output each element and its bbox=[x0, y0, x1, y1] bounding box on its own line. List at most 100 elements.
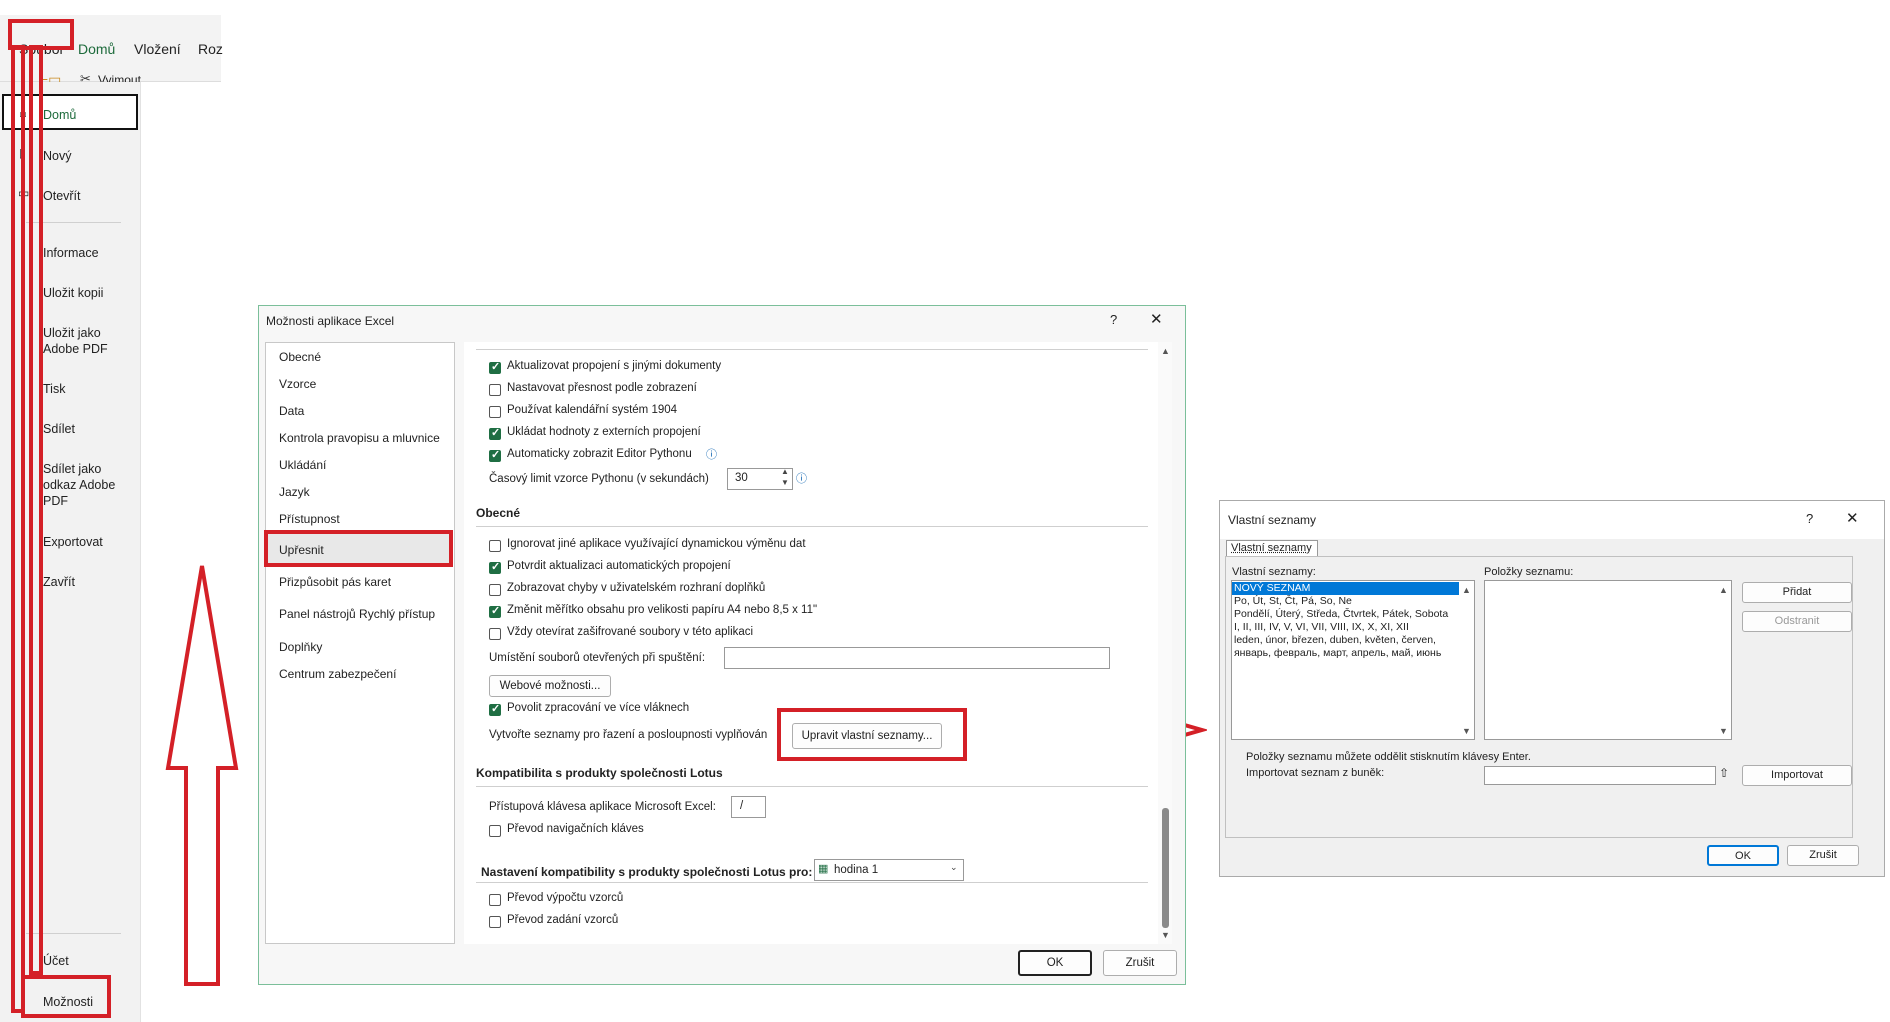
scroll-up-icon[interactable]: ▲ bbox=[1719, 585, 1728, 595]
divider bbox=[476, 882, 1148, 883]
checkbox-encrypted[interactable] bbox=[489, 628, 501, 640]
backstage-save-copy[interactable]: Uložit kopii bbox=[43, 285, 103, 301]
option-label: Ukládat hodnoty z externích propojení bbox=[507, 426, 701, 438]
list-item[interactable]: январь, февраль, март, апрель, май, июнь bbox=[1234, 647, 1458, 659]
category-item[interactable]: Ukládání bbox=[279, 458, 326, 472]
custom-lists-label: Vytvořte seznamy pro řazení a posloupnos… bbox=[489, 729, 768, 741]
option-label: Zobrazovat chyby v uživatelském rozhraní… bbox=[507, 582, 766, 594]
close-icon[interactable]: ✕ bbox=[1150, 310, 1163, 328]
checkbox-nav-keys[interactable] bbox=[489, 825, 501, 837]
import-range-input[interactable] bbox=[1484, 766, 1716, 785]
checkbox-multithread[interactable] bbox=[489, 702, 501, 716]
collapse-dialog-icon[interactable]: ⇧ bbox=[1719, 766, 1729, 780]
category-item[interactable]: Obecné bbox=[279, 350, 321, 364]
backstage-export[interactable]: Exportovat bbox=[43, 534, 103, 550]
help-button[interactable]: ? bbox=[1110, 312, 1117, 327]
checkbox-formula-eval[interactable] bbox=[489, 894, 501, 906]
stepper-up-icon[interactable]: ▲ bbox=[781, 467, 789, 476]
checkbox-addin-errors[interactable] bbox=[489, 584, 501, 596]
list-entries-box[interactable] bbox=[1484, 580, 1732, 740]
category-item[interactable]: Centrum zabezpečení bbox=[279, 667, 396, 681]
backstage-new[interactable]: Nový bbox=[43, 148, 71, 164]
ok-button[interactable]: OK bbox=[1707, 845, 1779, 866]
remove-button[interactable]: Odstranit bbox=[1742, 611, 1852, 632]
sheet-icon: ▦ bbox=[818, 863, 829, 875]
checkbox-confirm-links[interactable] bbox=[489, 560, 501, 574]
checkbox-python-editor[interactable] bbox=[489, 448, 501, 462]
backstage-share[interactable]: Sdílet bbox=[43, 421, 75, 437]
tab-custom-lists-label[interactable]: Vlastní seznamy bbox=[1231, 542, 1312, 554]
backstage-home[interactable]: Domů bbox=[43, 107, 76, 123]
list-item[interactable]: leden, únor, březen, duben, květen, červ… bbox=[1234, 634, 1458, 646]
help-button[interactable]: ? bbox=[1806, 511, 1813, 526]
checkbox-precision[interactable] bbox=[489, 384, 501, 396]
python-timeout-label: Časový limit vzorce Pythonu (v sekundách… bbox=[489, 473, 709, 485]
scroll-down-icon[interactable]: ▼ bbox=[1719, 726, 1728, 736]
section-general: Obecné bbox=[476, 506, 521, 520]
tab-layout[interactable]: Roz bbox=[198, 41, 223, 57]
cancel-button[interactable]: Zrušit bbox=[1103, 950, 1177, 976]
ok-button[interactable]: OK bbox=[1018, 950, 1092, 976]
stepper-down-icon[interactable]: ▼ bbox=[781, 478, 789, 487]
category-item[interactable]: Kontrola pravopisu a mluvnice bbox=[279, 431, 440, 445]
cancel-button[interactable]: Zrušit bbox=[1787, 845, 1859, 866]
category-item[interactable]: Jazyk bbox=[279, 485, 310, 499]
scroll-down-icon[interactable]: ▼ bbox=[1462, 726, 1471, 736]
startup-location-input[interactable] bbox=[724, 647, 1110, 669]
category-item[interactable]: Přizpůsobit pás karet bbox=[279, 575, 391, 589]
scroll-up-icon[interactable]: ▲ bbox=[1462, 585, 1471, 595]
option-label: Potvrdit aktualizaci automatických propo… bbox=[507, 560, 731, 572]
lists-label: Vlastní seznamy: bbox=[1232, 566, 1316, 578]
info-icon[interactable]: ⓘ bbox=[706, 446, 717, 462]
import-label: Importovat seznam z buněk: bbox=[1246, 767, 1385, 779]
info-icon[interactable]: ⓘ bbox=[796, 470, 807, 486]
python-timeout-value[interactable]: 30 bbox=[735, 472, 748, 484]
import-button[interactable]: Importovat bbox=[1742, 765, 1852, 786]
backstage-open[interactable]: Otevřít bbox=[43, 188, 81, 204]
checkbox-formula-entry[interactable] bbox=[489, 916, 501, 928]
backstage-account[interactable]: Účet bbox=[43, 953, 69, 969]
scroll-up-icon[interactable]: ▲ bbox=[1161, 346, 1170, 356]
lotus-key-value[interactable]: / bbox=[740, 800, 743, 812]
highlight-options bbox=[21, 975, 111, 1018]
custom-lists-titlebar bbox=[1220, 501, 1884, 539]
checkbox-scale-paper[interactable] bbox=[489, 604, 501, 618]
option-label: Automaticky zobrazit Editor Pythonu bbox=[507, 448, 692, 460]
chevron-down-icon[interactable]: ⌄ bbox=[950, 862, 958, 873]
list-item[interactable]: I, II, III, IV, V, VI, VII, VIII, IX, X,… bbox=[1234, 621, 1458, 633]
category-item[interactable]: Přístupnost bbox=[279, 512, 340, 526]
backstage-info[interactable]: Informace bbox=[43, 245, 99, 261]
checkbox-ignore-dde[interactable] bbox=[489, 540, 501, 552]
web-options-button[interactable]: Webové možnosti... bbox=[489, 675, 611, 697]
add-button[interactable]: Přidat bbox=[1742, 582, 1852, 603]
tab-home[interactable]: Domů bbox=[78, 41, 115, 57]
scroll-down-icon[interactable]: ▼ bbox=[1161, 930, 1170, 940]
backstage-share-pdf-link[interactable]: Sdílet jako odkaz Adobe PDF bbox=[43, 461, 123, 509]
list-item-selected[interactable]: NOVÝ SEZNAM bbox=[1234, 582, 1310, 594]
lotus-settings-label: Nastavení kompatibility s produkty spole… bbox=[481, 865, 813, 879]
divider bbox=[476, 349, 1148, 350]
checkbox-external-values[interactable] bbox=[489, 426, 501, 440]
lotus-sheet-value[interactable]: hodina 1 bbox=[834, 864, 878, 876]
backstage-print[interactable]: Tisk bbox=[43, 381, 65, 397]
divider bbox=[476, 786, 1148, 787]
backstage-close[interactable]: Zavřít bbox=[43, 574, 75, 590]
red-up-arrow bbox=[165, 565, 239, 986]
category-item[interactable]: Panel nástrojů Rychlý přístup bbox=[279, 607, 435, 621]
category-item[interactable]: Vzorce bbox=[279, 377, 316, 391]
list-item[interactable]: Pondělí, Úterý, Středa, Čtvrtek, Pátek, … bbox=[1234, 608, 1458, 620]
backstage-save-pdf[interactable]: Uložit jako Adobe PDF bbox=[43, 325, 113, 357]
entries-hint: Položky seznamu můžete oddělit stisknutí… bbox=[1246, 751, 1531, 763]
list-item[interactable]: Po, Út, St, Čt, Pá, So, Ne bbox=[1234, 595, 1352, 607]
highlight-vertical-bar-right bbox=[29, 45, 43, 975]
close-icon[interactable]: ✕ bbox=[1846, 509, 1859, 527]
option-label: Nastavovat přesnost podle zobrazení bbox=[507, 382, 697, 394]
lotus-key-input[interactable] bbox=[731, 796, 766, 818]
category-item[interactable]: Doplňky bbox=[279, 640, 322, 654]
category-item[interactable]: Data bbox=[279, 404, 304, 418]
scrollbar-thumb[interactable] bbox=[1162, 808, 1169, 928]
checkbox-1904[interactable] bbox=[489, 406, 501, 418]
tab-insert[interactable]: Vložení bbox=[134, 41, 181, 57]
checkbox-update-links[interactable] bbox=[489, 360, 501, 374]
entries-label: Položky seznamu: bbox=[1484, 566, 1574, 578]
